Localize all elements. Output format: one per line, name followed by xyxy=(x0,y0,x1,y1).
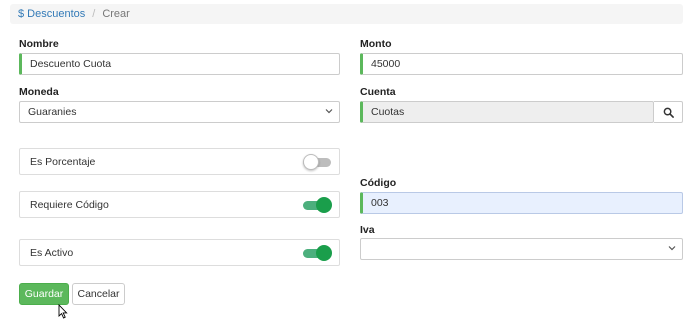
monto-label: Monto xyxy=(360,38,392,50)
codigo-input[interactable]: 003 xyxy=(360,192,683,214)
cuenta-label: Cuenta xyxy=(360,86,396,98)
breadcrumb-descuentos-link[interactable]: $ Descuentos xyxy=(18,8,85,20)
codigo-label: Código xyxy=(360,177,397,189)
codigo-value: 003 xyxy=(371,197,389,209)
monto-value: 45000 xyxy=(371,58,401,70)
moneda-select[interactable]: Guaranies xyxy=(19,101,340,123)
es-porcentaje-toggle[interactable] xyxy=(303,154,331,170)
chevron-down-icon xyxy=(325,109,333,114)
nombre-input[interactable]: Descuento Cuota xyxy=(19,53,340,75)
guardar-button[interactable]: Guardar xyxy=(19,283,69,305)
cuenta-input[interactable]: Cuotas xyxy=(360,101,654,123)
requiere-codigo-row: Requiere Código xyxy=(19,191,340,218)
es-activo-row: Es Activo xyxy=(19,239,340,266)
es-porcentaje-row: Es Porcentaje xyxy=(19,148,340,175)
cancelar-button[interactable]: Cancelar xyxy=(72,283,125,305)
es-activo-label: Es Activo xyxy=(30,246,74,259)
toggle-knob xyxy=(316,197,332,213)
breadcrumb: $ Descuentos / Crear xyxy=(10,4,683,24)
breadcrumb-separator: / xyxy=(92,8,96,20)
cuenta-value: Cuotas xyxy=(371,106,405,118)
requiere-codigo-toggle[interactable] xyxy=(303,197,332,213)
es-porcentaje-label: Es Porcentaje xyxy=(30,155,96,168)
toggle-knob xyxy=(316,245,332,261)
mouse-cursor-icon xyxy=(58,304,68,319)
breadcrumb-current: Crear xyxy=(102,8,130,20)
chevron-down-icon xyxy=(668,246,676,251)
moneda-value: Guaranies xyxy=(28,106,77,118)
es-activo-toggle[interactable] xyxy=(303,245,332,261)
iva-select[interactable] xyxy=(360,238,683,260)
nombre-value: Descuento Cuota xyxy=(30,58,112,70)
cuenta-search-button[interactable] xyxy=(654,101,683,123)
requiere-codigo-label: Requiere Código xyxy=(30,198,109,211)
iva-label: Iva xyxy=(360,224,375,236)
toggle-knob xyxy=(303,154,319,170)
moneda-label: Moneda xyxy=(19,86,59,98)
search-icon xyxy=(663,107,674,118)
nombre-label: Nombre xyxy=(19,38,59,50)
monto-input[interactable]: 45000 xyxy=(360,53,683,75)
